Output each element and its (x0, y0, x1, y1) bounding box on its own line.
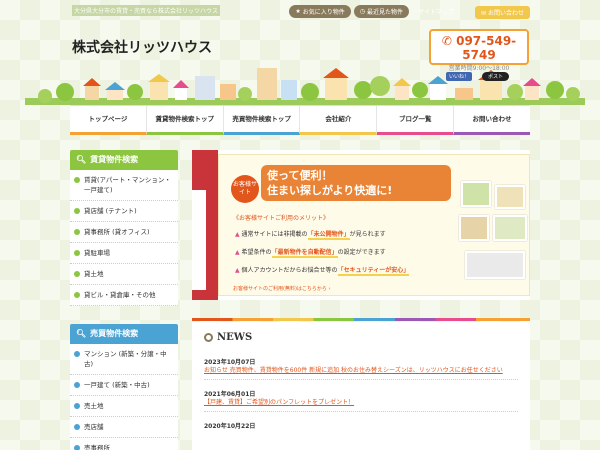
sidebar-item-rent-parking[interactable]: 貸駐車場 (70, 243, 178, 264)
search-icon: 🔍︎ (76, 155, 87, 164)
sidebar-item-sale-office[interactable]: 売事務所 (70, 438, 178, 450)
phone-icon: ✆ (441, 34, 452, 48)
person-icon: ▲ (235, 231, 240, 238)
list-item: 2020年10月22日 (204, 421, 518, 434)
photo-interior (495, 185, 525, 209)
news-link[interactable]: お知らせ 売買物件、賃貸物件を600件 新規に追加 秋のお住み替えシーズンは、リ… (204, 366, 518, 375)
sidebar-item-rent-land[interactable]: 貸土地 (70, 264, 178, 285)
sale-search-list: マンション (新築・分譲・中古) 一戸建て (新築・中古) 売土地 売店舗 売事… (70, 344, 178, 450)
sitemap-link[interactable]: サイトマップ (412, 5, 460, 18)
sidebar-item-sale-store[interactable]: 売店舗 (70, 417, 178, 438)
sidebar-item-sale-land[interactable]: 売土地 (70, 396, 178, 417)
phone-number[interactable]: ✆ 097-549-5749 (431, 34, 527, 62)
banner-cta-link[interactable]: お客様サイトのご利用(無料)はこちらから › (233, 285, 331, 292)
nav-rent-search[interactable]: 賃貸物件検索トップ (146, 106, 224, 135)
photo-garden (493, 215, 527, 241)
top-links: ★ お気に入り物件 ◷ 最近見た物件 サイトマップ (289, 5, 460, 18)
benefits-title: 《お客様サイトご利用のメリット》 (233, 215, 330, 222)
banner-title: 使って便利！ 住まい探しがより快適に! (261, 165, 451, 201)
sidebar-item-rent-office[interactable]: 貸事務所 (貸オフィス) (70, 222, 178, 243)
person-icon: ▲ (235, 267, 240, 274)
list-item: 2021年06月01日 【戸建、賃貸】ご希望別のパンフレットをプレゼント！ (204, 389, 518, 412)
news-link[interactable]: 【戸建、賃貸】ご希望別のパンフレットをプレゼント！ (204, 398, 518, 407)
photo-laptop (465, 251, 525, 279)
phone-box: ✆ 097-549-5749 営業時間9:00～18:00 (429, 29, 529, 72)
clock-icon: ◷ (359, 8, 365, 15)
rainbow-divider (192, 318, 530, 321)
nav-sale-search[interactable]: 売買物件検索トップ (223, 106, 301, 135)
rent-search-heading: 🔍︎ 賃貸物件検索 (70, 150, 178, 170)
customer-site-banner: お客様サイト 使って便利！ 住まい探しがより快適に! 《お客様サイトご利用のメリ… (218, 154, 530, 296)
x-post-button[interactable]: ポスト (482, 72, 510, 81)
sidebar-item-rent-residential[interactable]: 賃貸(アパート・マンション・一戸建て) (70, 170, 178, 201)
news-section: NEWS 2023年10月07日 お知らせ 売買物件、賃貸物件を600件 新規に… (192, 322, 530, 450)
news-list: 2023年10月07日 お知らせ 売買物件、賃貸物件を600件 新規に追加 秋の… (204, 357, 518, 434)
customer-site-badge: お客様サイト (231, 175, 259, 203)
site-tagline: 大分県大分市の賃貸・売買なら株式会社リッツハウス (72, 5, 221, 16)
facebook-like-button[interactable]: いいね！ (446, 72, 473, 81)
sidebar-item-sale-house[interactable]: 一戸建て (新築・中古) (70, 375, 178, 396)
news-date: 2020年10月22日 (204, 423, 256, 430)
circle-icon (204, 333, 213, 342)
sidebar: 🔍︎ 賃貸物件検索 賃貸(アパート・マンション・一戸建て) 貸店舗 (テナント) … (70, 150, 178, 450)
benefit-2: ▲ 希望条件の「最新物件を自動配信」の設定ができます (235, 249, 386, 258)
news-heading: NEWS (204, 332, 518, 343)
nav-company[interactable]: 会社紹介 (300, 106, 378, 135)
townscape-illustration (25, 68, 585, 105)
nav-top[interactable]: トップページ (70, 106, 147, 135)
list-item: 2023年10月07日 お知らせ 売買物件、賃貸物件を600件 新規に追加 秋の… (204, 357, 518, 380)
sale-search-heading: 🔍︎ 売買物件検索 (70, 324, 178, 344)
banner-photos (459, 181, 529, 281)
search-icon: 🔍︎ (76, 329, 87, 338)
nav-contact[interactable]: お問い合わせ (454, 106, 530, 135)
benefit-1: ▲ 通常サイトには非掲載の「未公開物件」が見られます (235, 231, 386, 240)
site-header: 大分県大分市の賃貸・売買なら株式会社リッツハウス ★ お気に入り物件 ◷ 最近見た物… (0, 0, 600, 105)
news-date: 2021年06月01日 (204, 391, 256, 398)
hero-banner[interactable]: お客様サイト 使って便利！ 住まい探しがより快適に! 《お客様サイトご利用のメリ… (192, 150, 530, 300)
prev-slide-edge (192, 150, 218, 300)
rent-search-list: 賃貸(アパート・マンション・一戸建て) 貸店舗 (テナント) 貸事務所 (貸オフ… (70, 170, 178, 306)
main-content: お客様サイト 使って便利！ 住まい探しがより快適に! 《お客様サイトご利用のメリ… (192, 150, 530, 300)
star-icon: ★ (295, 8, 301, 15)
sidebar-item-rent-store[interactable]: 貸店舗 (テナント) (70, 201, 178, 222)
nav-blog[interactable]: ブログ一覧 (377, 106, 455, 135)
contact-button[interactable]: ✉ お問い合わせ (475, 6, 530, 19)
social-buttons: いいね！ ポスト (446, 72, 510, 81)
mail-icon: ✉ (481, 10, 487, 17)
photo-house (461, 181, 491, 207)
sidebar-item-sale-mansion[interactable]: マンション (新築・分譲・中古) (70, 344, 178, 375)
person-icon: ▲ (235, 249, 240, 256)
favorites-button[interactable]: ★ お気に入り物件 (289, 5, 351, 18)
recent-button[interactable]: ◷ 最近見た物件 (353, 5, 409, 18)
photo-room (459, 215, 489, 241)
global-nav: トップページ 賃貸物件検索トップ 売買物件検索トップ 会社紹介 ブログ一覧 お問… (70, 105, 530, 135)
sidebar-item-rent-other[interactable]: 貸ビル・貸倉庫・その他 (70, 285, 178, 306)
benefit-3: ▲ 個人アカウントだからお悩合せ等の「セキュリティーが安心」 (235, 267, 410, 276)
news-date: 2023年10月07日 (204, 359, 256, 366)
company-logo[interactable]: 株式会社リッツハウス (72, 37, 212, 57)
